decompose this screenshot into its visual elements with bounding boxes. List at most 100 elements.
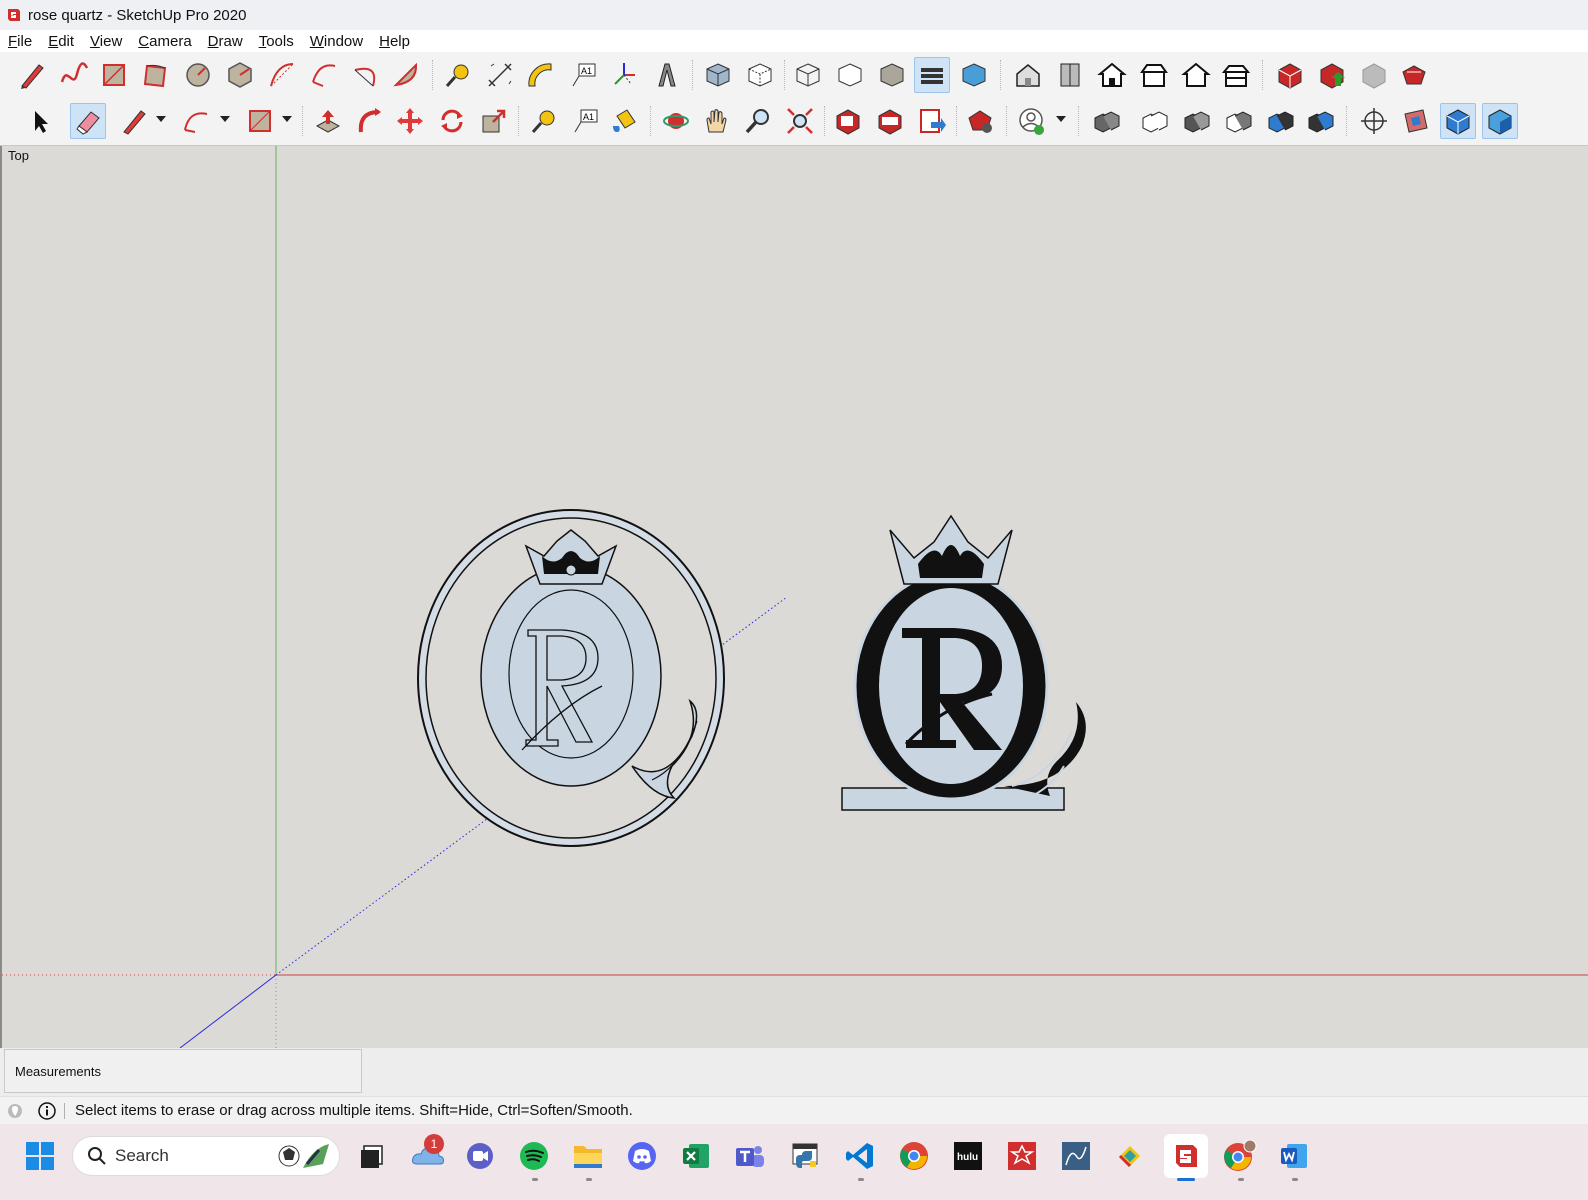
python-icon[interactable] (786, 1136, 826, 1176)
chrome-profile-icon[interactable] (1220, 1136, 1260, 1176)
left-view-icon[interactable] (1218, 57, 1254, 93)
vscode-icon[interactable] (840, 1136, 880, 1176)
geo-location-icon[interactable] (6, 1102, 24, 1120)
three-point-arc-icon[interactable] (348, 57, 384, 93)
eraser-icon[interactable] (70, 103, 106, 139)
word-icon[interactable] (1274, 1136, 1314, 1176)
pencil-dropdown-icon[interactable] (156, 116, 166, 122)
wolfram-icon[interactable] (1002, 1136, 1042, 1176)
rectangle-tool-icon[interactable] (242, 103, 278, 139)
follow-me-icon[interactable] (352, 103, 388, 139)
dimension-icon[interactable] (482, 57, 518, 93)
wireframe-icon[interactable] (790, 57, 826, 93)
rotate-icon[interactable] (434, 103, 470, 139)
rectangle-dropdown-icon[interactable] (282, 116, 292, 122)
xray-icon[interactable] (700, 57, 736, 93)
arc-dropdown-icon[interactable] (220, 116, 230, 122)
spotify-icon[interactable] (514, 1136, 554, 1176)
menu-help[interactable]: Help (371, 33, 418, 50)
polygon-icon[interactable] (222, 57, 258, 93)
hulu-icon[interactable]: hulu (948, 1136, 988, 1176)
orbit-icon[interactable] (658, 103, 694, 139)
arc-icon[interactable] (264, 57, 300, 93)
rotated-rectangle-icon[interactable] (138, 57, 174, 93)
text-icon[interactable]: A1 (566, 57, 602, 93)
front-view-icon[interactable] (1094, 57, 1130, 93)
display-section-planes-icon[interactable] (1398, 103, 1434, 139)
split-icon[interactable] (1302, 103, 1338, 139)
account-icon[interactable] (1014, 103, 1050, 139)
chrome-icon[interactable] (894, 1136, 934, 1176)
share-model-icon[interactable] (1314, 57, 1350, 93)
account-dropdown-icon[interactable] (1056, 116, 1066, 122)
start-icon[interactable] (20, 1136, 60, 1176)
monochrome-icon[interactable] (956, 57, 992, 93)
modeling-viewport[interactable]: Top (0, 146, 1588, 1048)
shaded-icon[interactable] (874, 57, 910, 93)
pie-icon[interactable] (388, 57, 424, 93)
union-icon[interactable] (1136, 103, 1172, 139)
section-plane-icon[interactable] (1356, 103, 1392, 139)
extension-warehouse-icon[interactable] (1396, 57, 1432, 93)
menu-draw[interactable]: Draw (200, 33, 251, 50)
menu-window[interactable]: Window (302, 33, 371, 50)
3d-text-icon[interactable] (648, 57, 684, 93)
display-section-cuts-icon[interactable] (1440, 103, 1476, 139)
teams-icon[interactable] (730, 1136, 770, 1176)
sketchup-icon[interactable] (1164, 1134, 1208, 1178)
rectangle-icon[interactable] (96, 57, 132, 93)
pencil-icon[interactable] (116, 103, 152, 139)
freehand-icon[interactable] (56, 57, 92, 93)
top-view-icon[interactable] (1052, 57, 1088, 93)
info-icon[interactable] (38, 1101, 56, 1120)
zoom-extents-icon[interactable] (782, 103, 818, 139)
right-view-icon[interactable] (1136, 57, 1172, 93)
scale-icon[interactable] (476, 103, 512, 139)
push-pull-icon[interactable] (310, 103, 346, 139)
meet-icon[interactable] (460, 1136, 500, 1176)
taskbar-search-box[interactable]: Search (72, 1136, 340, 1176)
axes-icon[interactable] (606, 57, 642, 93)
excel-icon[interactable] (676, 1136, 716, 1176)
circle-icon[interactable] (180, 57, 216, 93)
send-to-layout-icon[interactable] (914, 103, 950, 139)
extension-manager-icon[interactable] (962, 103, 998, 139)
hidden-line-icon[interactable] (832, 57, 868, 93)
pan-icon[interactable] (698, 103, 734, 139)
git-icon[interactable] (1110, 1136, 1150, 1176)
tape-icon[interactable] (526, 103, 562, 139)
move-icon[interactable] (392, 103, 428, 139)
arc-tool-icon[interactable] (178, 103, 214, 139)
warehouse-icon[interactable] (1272, 57, 1308, 93)
menu-tools[interactable]: Tools (251, 33, 302, 50)
paint-bucket-icon[interactable] (606, 103, 642, 139)
menu-file[interactable]: File (0, 33, 40, 50)
menu-camera[interactable]: Camera (130, 33, 199, 50)
text-tool-icon[interactable]: A1 (568, 103, 604, 139)
back-edges-icon[interactable] (742, 57, 778, 93)
measurements-box[interactable]: Measurements (4, 1049, 362, 1093)
select-icon[interactable] (22, 103, 58, 139)
file-explorer-icon[interactable] (568, 1136, 608, 1176)
display-section-fill-icon[interactable] (1482, 103, 1518, 139)
ssms-icon[interactable] (1056, 1136, 1096, 1176)
two-point-arc-icon[interactable] (306, 57, 342, 93)
subtract-icon[interactable] (1220, 103, 1256, 139)
line-icon[interactable] (14, 57, 50, 93)
warehouse-get-icon[interactable] (872, 103, 908, 139)
layout-icon[interactable] (830, 103, 866, 139)
menu-edit[interactable]: Edit (40, 33, 82, 50)
task-view-icon[interactable] (352, 1136, 392, 1176)
outer-shell-icon[interactable] (1088, 103, 1124, 139)
zoom-icon[interactable] (740, 103, 776, 139)
discord-icon[interactable] (622, 1136, 662, 1176)
iso-view-icon[interactable] (1010, 57, 1046, 93)
share-component-icon[interactable] (1356, 57, 1392, 93)
shaded-textures-icon[interactable] (914, 57, 950, 93)
menu-view[interactable]: View (82, 33, 130, 50)
tape-measure-icon[interactable] (440, 57, 476, 93)
protractor-icon[interactable] (522, 57, 558, 93)
back-view-icon[interactable] (1178, 57, 1214, 93)
intersect-icon[interactable] (1178, 103, 1214, 139)
trim-icon[interactable] (1262, 103, 1298, 139)
